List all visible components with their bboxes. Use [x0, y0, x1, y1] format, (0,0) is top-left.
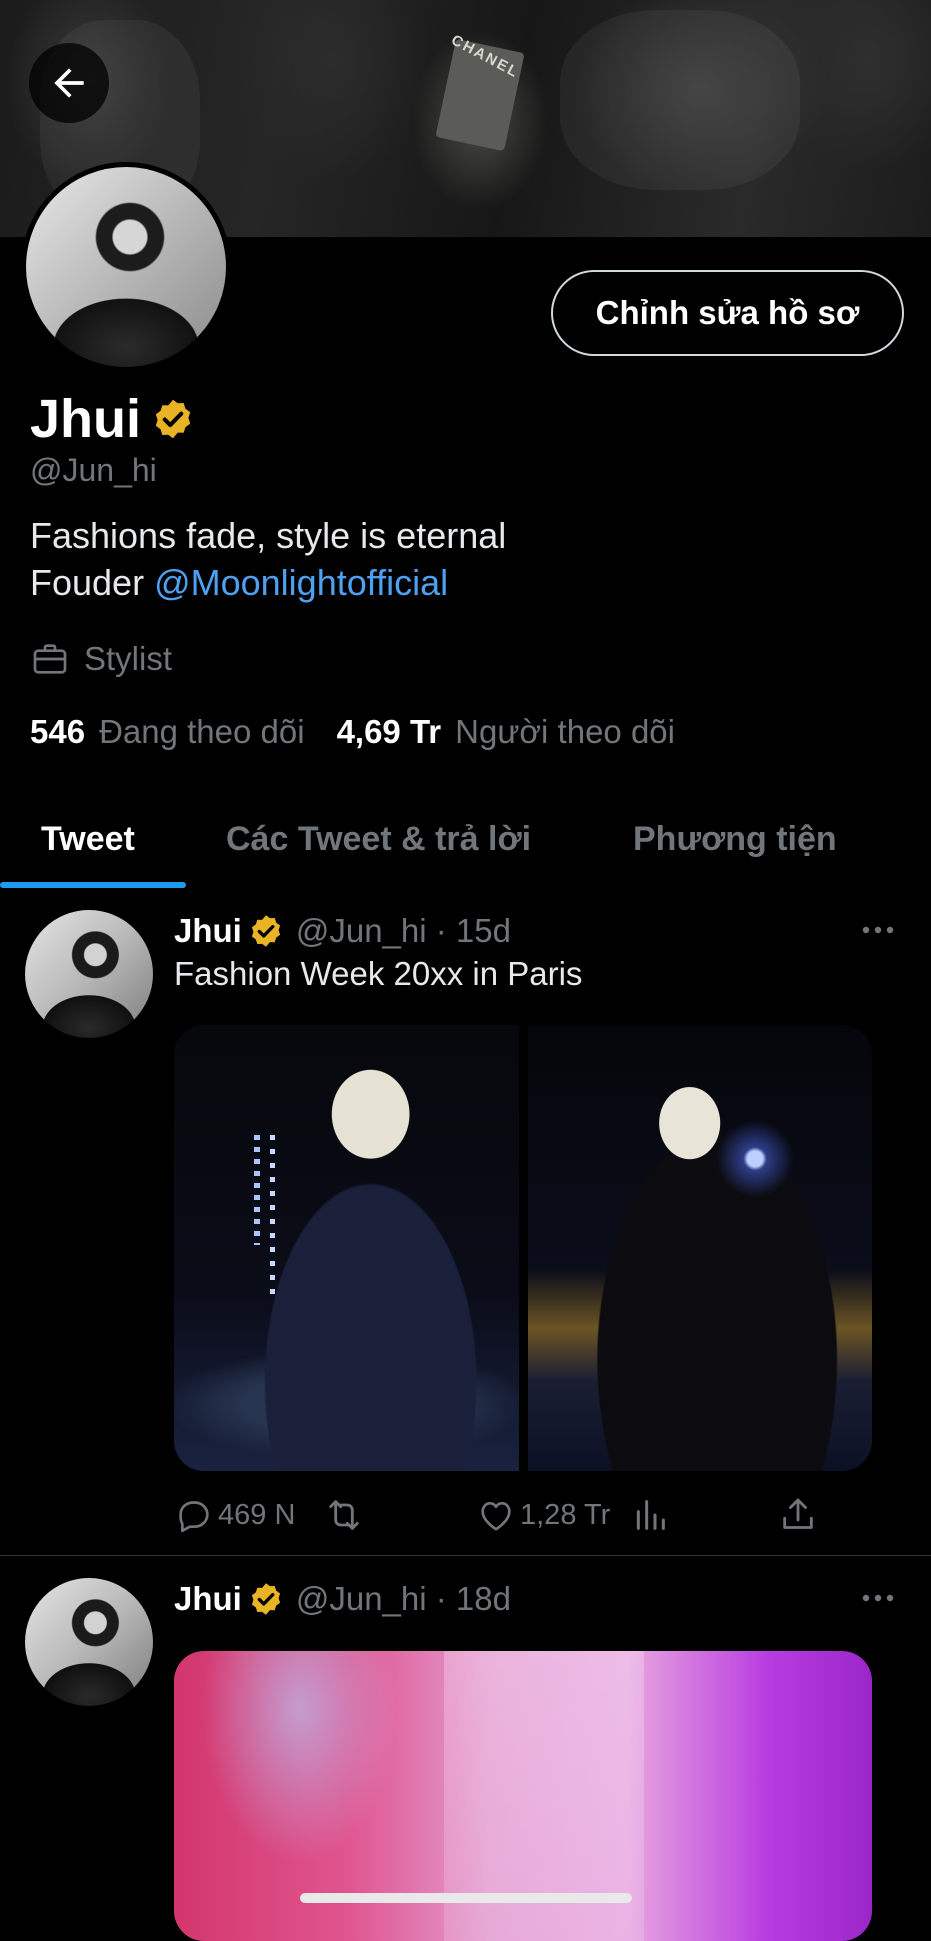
tweet-author-name[interactable]: Jhui — [174, 912, 242, 950]
tweet-header: Jhui @Jun_hi · 18d — [174, 1580, 511, 1618]
tweet-meta: @Jun_hi · 15d — [295, 912, 511, 949]
verified-badge-icon — [251, 915, 280, 947]
profile-name: Jhui — [30, 389, 142, 449]
tweet-text: Fashion Week 20xx in Paris — [174, 955, 583, 992]
followers-count[interactable]: 4,69 Tr — [337, 713, 442, 751]
bio-line: Fashions fade, style is eternal — [30, 515, 507, 556]
banner-fold — [560, 10, 800, 190]
like-icon — [481, 1502, 511, 1531]
home-indicator[interactable] — [300, 1893, 632, 1903]
share-icon — [783, 1498, 813, 1529]
tweet-avatar[interactable] — [25, 910, 153, 1038]
back-button[interactable] — [29, 43, 109, 123]
like-button[interactable]: 1,28 Tr — [476, 1491, 610, 1539]
job-label: Stylist — [84, 640, 173, 677]
tweet-photo[interactable] — [527, 1025, 872, 1471]
like-count: 1,28 Tr — [520, 1498, 611, 1531]
analytics-icon — [636, 1500, 665, 1530]
reply-count: 469 N — [218, 1498, 296, 1531]
tweet-avatar[interactable] — [25, 1578, 153, 1706]
more-icon[interactable] — [860, 918, 896, 942]
tweet-media[interactable] — [174, 1025, 872, 1471]
following-count[interactable]: 546 — [30, 713, 85, 751]
bio-mention-link[interactable]: @Moonlightofficial — [154, 562, 448, 603]
tweet-header: Jhui @Jun_hi · 15d — [174, 912, 511, 950]
followers-label[interactable]: Người theo dõi — [455, 713, 675, 751]
retweet-button[interactable] — [322, 1491, 366, 1539]
profile-handle: @Jun_hi — [30, 452, 157, 488]
share-button[interactable] — [778, 1491, 818, 1539]
following-label[interactable]: Đang theo dõi — [99, 713, 305, 751]
profile-job: Stylist — [30, 639, 172, 679]
briefcase-icon — [33, 644, 67, 674]
tweet-author-name[interactable]: Jhui — [174, 1580, 242, 1618]
retweet-icon — [329, 1500, 359, 1530]
tweet-actions: 469 N 1,28 Tr — [174, 1491, 874, 1539]
profile-stats: 546 Đang theo dõi 4,69 Tr Người theo dõi — [30, 713, 675, 751]
tab-active-indicator — [0, 882, 186, 888]
verified-badge-icon — [155, 399, 191, 439]
more-icon[interactable] — [860, 1586, 896, 1610]
back-arrow-icon — [54, 68, 84, 98]
reply-icon — [179, 1501, 209, 1533]
reply-button[interactable]: 469 N — [174, 1491, 295, 1539]
tweet-meta: @Jun_hi · 18d — [295, 1580, 511, 1617]
verified-badge-icon — [251, 1583, 280, 1615]
tab-media[interactable]: Phương tiện — [633, 792, 837, 887]
profile-avatar[interactable] — [21, 162, 231, 372]
tab-tweets-replies[interactable]: Các Tweet & trả lời — [226, 792, 531, 887]
profile-tabs: Tweet Các Tweet & trả lời Phương tiện — [0, 792, 931, 887]
bio-prefix: Fouder — [30, 562, 155, 603]
tweet-photo[interactable] — [174, 1025, 519, 1471]
profile-bio: Fashions fade, style is eternal Fouder @… — [30, 512, 506, 606]
edit-profile-button[interactable]: Chỉnh sửa hồ sơ — [551, 270, 904, 356]
bio-line-2: Fouder @Moonlightofficial — [30, 559, 506, 606]
tab-tweets[interactable]: Tweet — [41, 792, 135, 887]
tweet-divider — [0, 1555, 931, 1556]
analytics-button[interactable] — [630, 1491, 670, 1539]
profile-name-row: Jhui — [30, 388, 195, 450]
